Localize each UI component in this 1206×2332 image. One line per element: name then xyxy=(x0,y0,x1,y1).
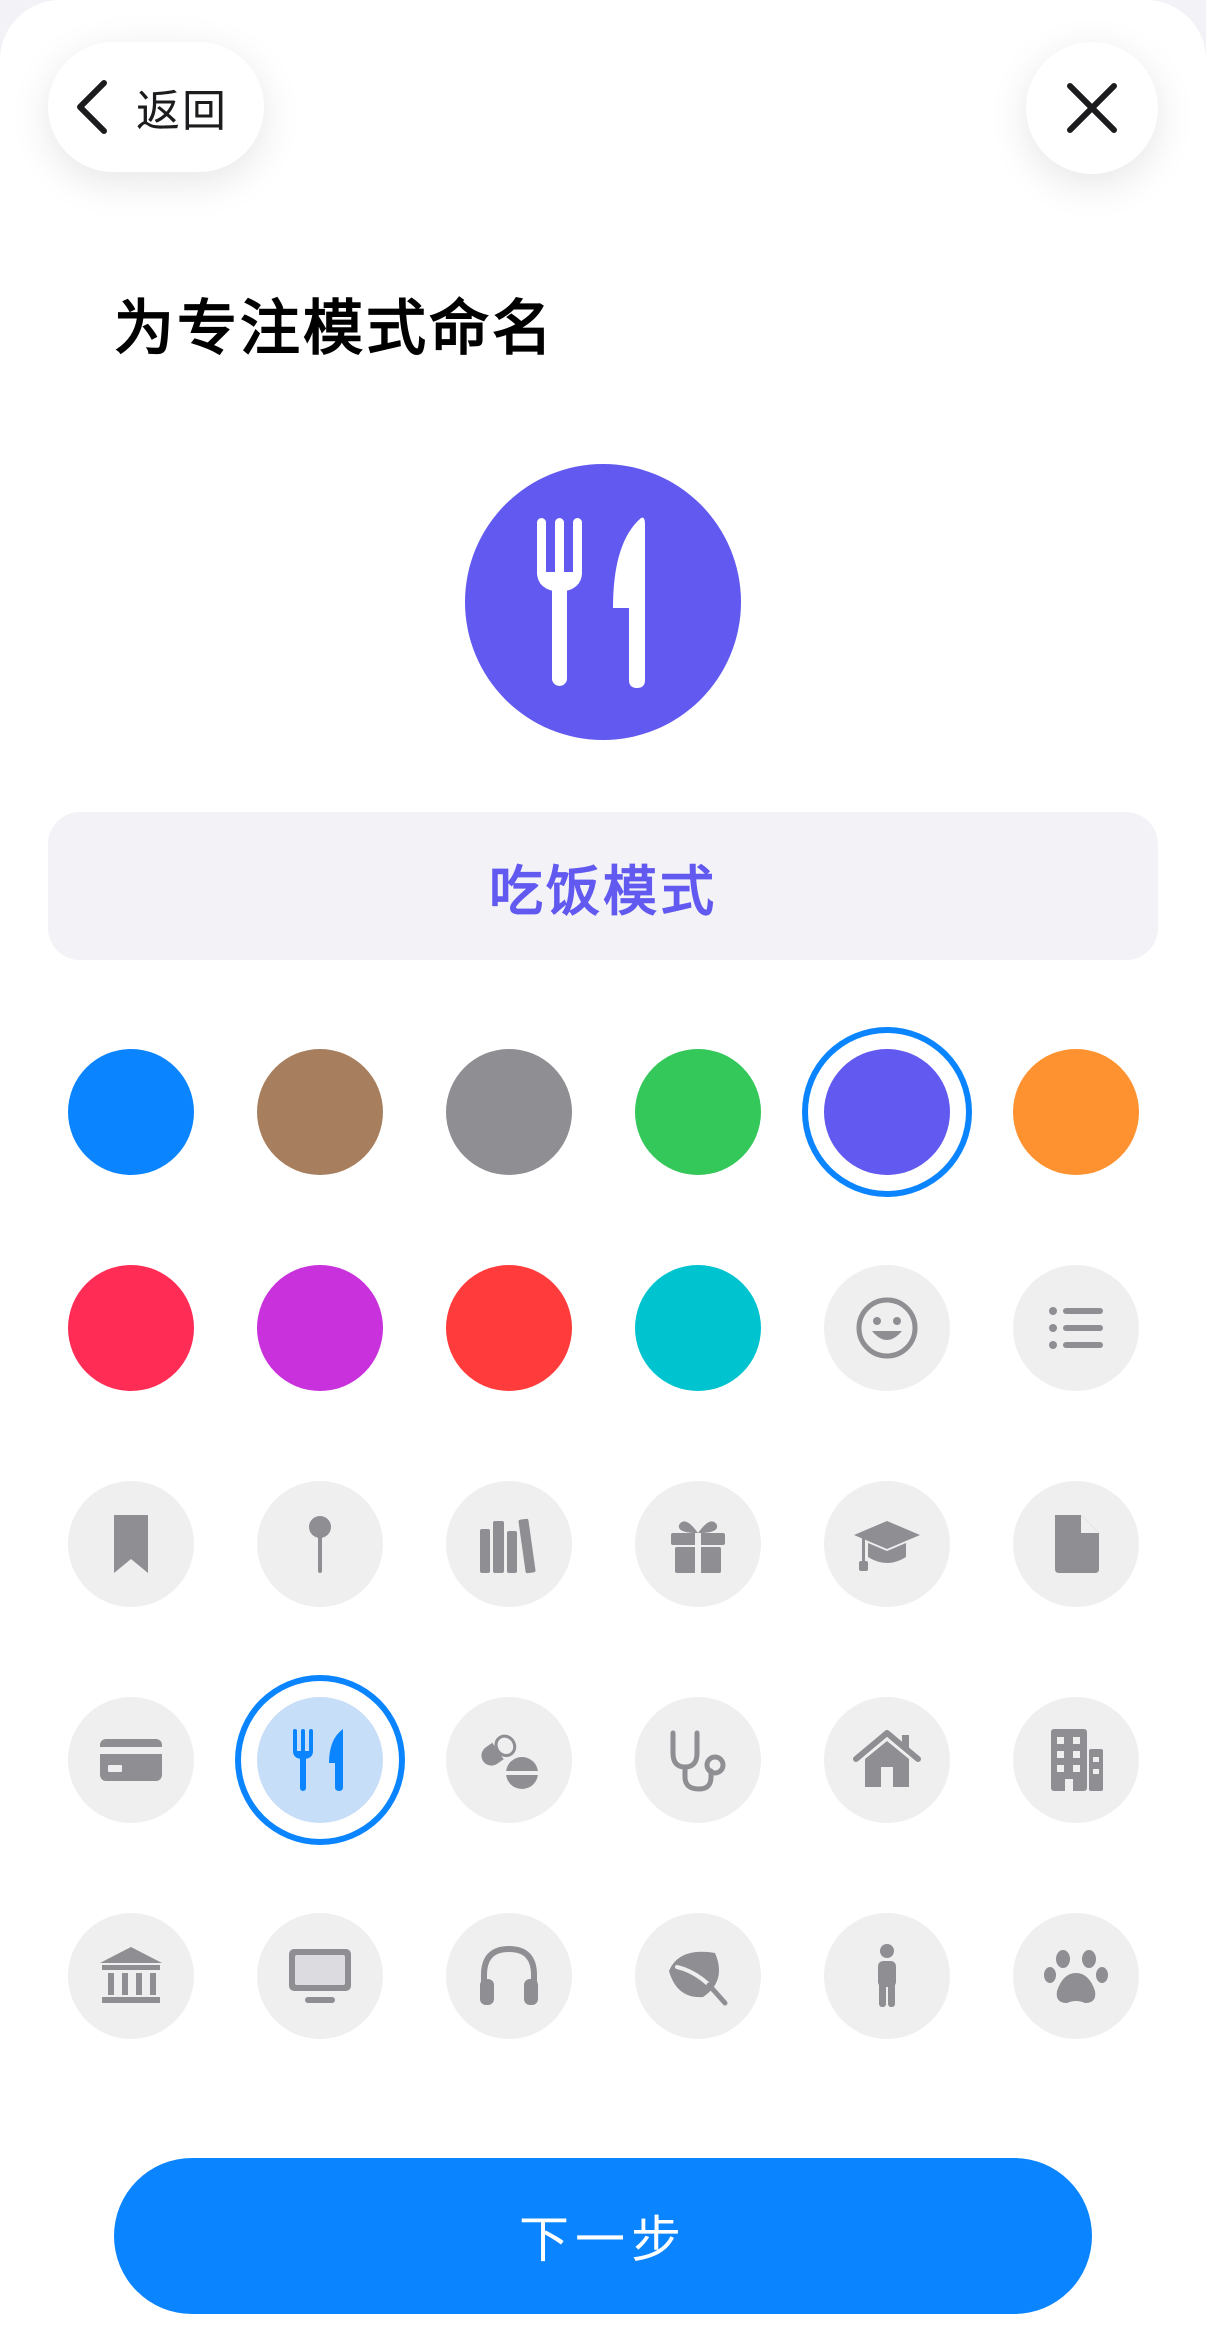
leaf-icon xyxy=(669,1951,728,2006)
pills-icon xyxy=(481,1732,538,1789)
symbol-option-bookmark[interactable] xyxy=(68,1481,194,1607)
house-icon xyxy=(853,1730,921,1787)
symbol-option-leaf[interactable] xyxy=(635,1913,761,2039)
color-swatch-teal[interactable] xyxy=(635,1265,761,1391)
symbol-option-building[interactable] xyxy=(1013,1697,1139,1823)
symbol-option-gift[interactable] xyxy=(635,1481,761,1607)
close-button[interactable] xyxy=(1026,42,1158,174)
smiley-icon xyxy=(856,1297,918,1359)
symbol-option-house[interactable] xyxy=(824,1697,950,1823)
focus-name-sheet: 返回 为专注模式命名 下一步 xyxy=(0,0,1206,2332)
symbol-option-bank[interactable] xyxy=(68,1913,194,2039)
symbol-option-credit-card[interactable] xyxy=(68,1697,194,1823)
gift-icon xyxy=(671,1521,725,1573)
symbol-option-fork-knife[interactable] xyxy=(257,1697,383,1823)
symbol-option-headphones[interactable] xyxy=(446,1913,572,2039)
bookmark-icon xyxy=(114,1515,148,1573)
color-swatch-green[interactable] xyxy=(635,1049,761,1175)
focus-preview-icon xyxy=(465,464,741,740)
symbol-option-document[interactable] xyxy=(1013,1481,1139,1607)
paw-icon xyxy=(1044,1950,1108,2003)
bank-icon xyxy=(100,1947,162,2003)
headphones-icon xyxy=(480,1945,538,2005)
back-button[interactable]: 返回 xyxy=(48,42,264,172)
color-swatch-orange[interactable] xyxy=(1013,1049,1139,1175)
color-swatch-red[interactable] xyxy=(446,1265,572,1391)
books-icon xyxy=(480,1518,536,1574)
next-button[interactable]: 下一步 xyxy=(114,2158,1092,2314)
color-swatch-pink[interactable] xyxy=(68,1265,194,1391)
symbol-option-graduation-cap[interactable] xyxy=(824,1481,950,1607)
symbol-option-stethoscope[interactable] xyxy=(635,1697,761,1823)
symbol-option-person[interactable] xyxy=(824,1913,950,2039)
stethoscope-icon xyxy=(670,1730,726,1792)
symbol-option-list[interactable] xyxy=(1013,1265,1139,1391)
color-swatch-indigo[interactable] xyxy=(824,1049,950,1175)
person-icon xyxy=(878,1944,896,2007)
focus-name-input[interactable] xyxy=(48,812,1158,960)
symbol-option-pills[interactable] xyxy=(446,1697,572,1823)
close-icon xyxy=(1067,83,1117,133)
color-swatch-brown[interactable] xyxy=(257,1049,383,1175)
symbol-option-pin[interactable] xyxy=(257,1481,383,1607)
monitor-icon xyxy=(289,1949,351,2003)
pin-icon xyxy=(309,1516,331,1573)
fork-knife-icon xyxy=(293,1729,343,1791)
color-swatch-gray[interactable] xyxy=(446,1049,572,1175)
color-swatch-purple[interactable] xyxy=(257,1265,383,1391)
symbol-option-smiley[interactable] xyxy=(824,1265,950,1391)
color-swatch-blue[interactable] xyxy=(68,1049,194,1175)
graduation-cap-icon xyxy=(854,1521,920,1571)
chevron-left-icon xyxy=(77,80,107,134)
document-icon xyxy=(1055,1515,1099,1573)
symbol-option-monitor[interactable] xyxy=(257,1913,383,2039)
symbol-option-books[interactable] xyxy=(446,1481,572,1607)
building-icon xyxy=(1051,1729,1103,1791)
list-icon xyxy=(1049,1307,1103,1349)
fork-knife-icon xyxy=(537,517,645,688)
symbol-option-paw[interactable] xyxy=(1013,1913,1139,2039)
credit-card-icon xyxy=(100,1739,162,1781)
back-label: 返回 xyxy=(136,86,228,137)
page-title: 为专注模式命名 xyxy=(114,294,555,364)
